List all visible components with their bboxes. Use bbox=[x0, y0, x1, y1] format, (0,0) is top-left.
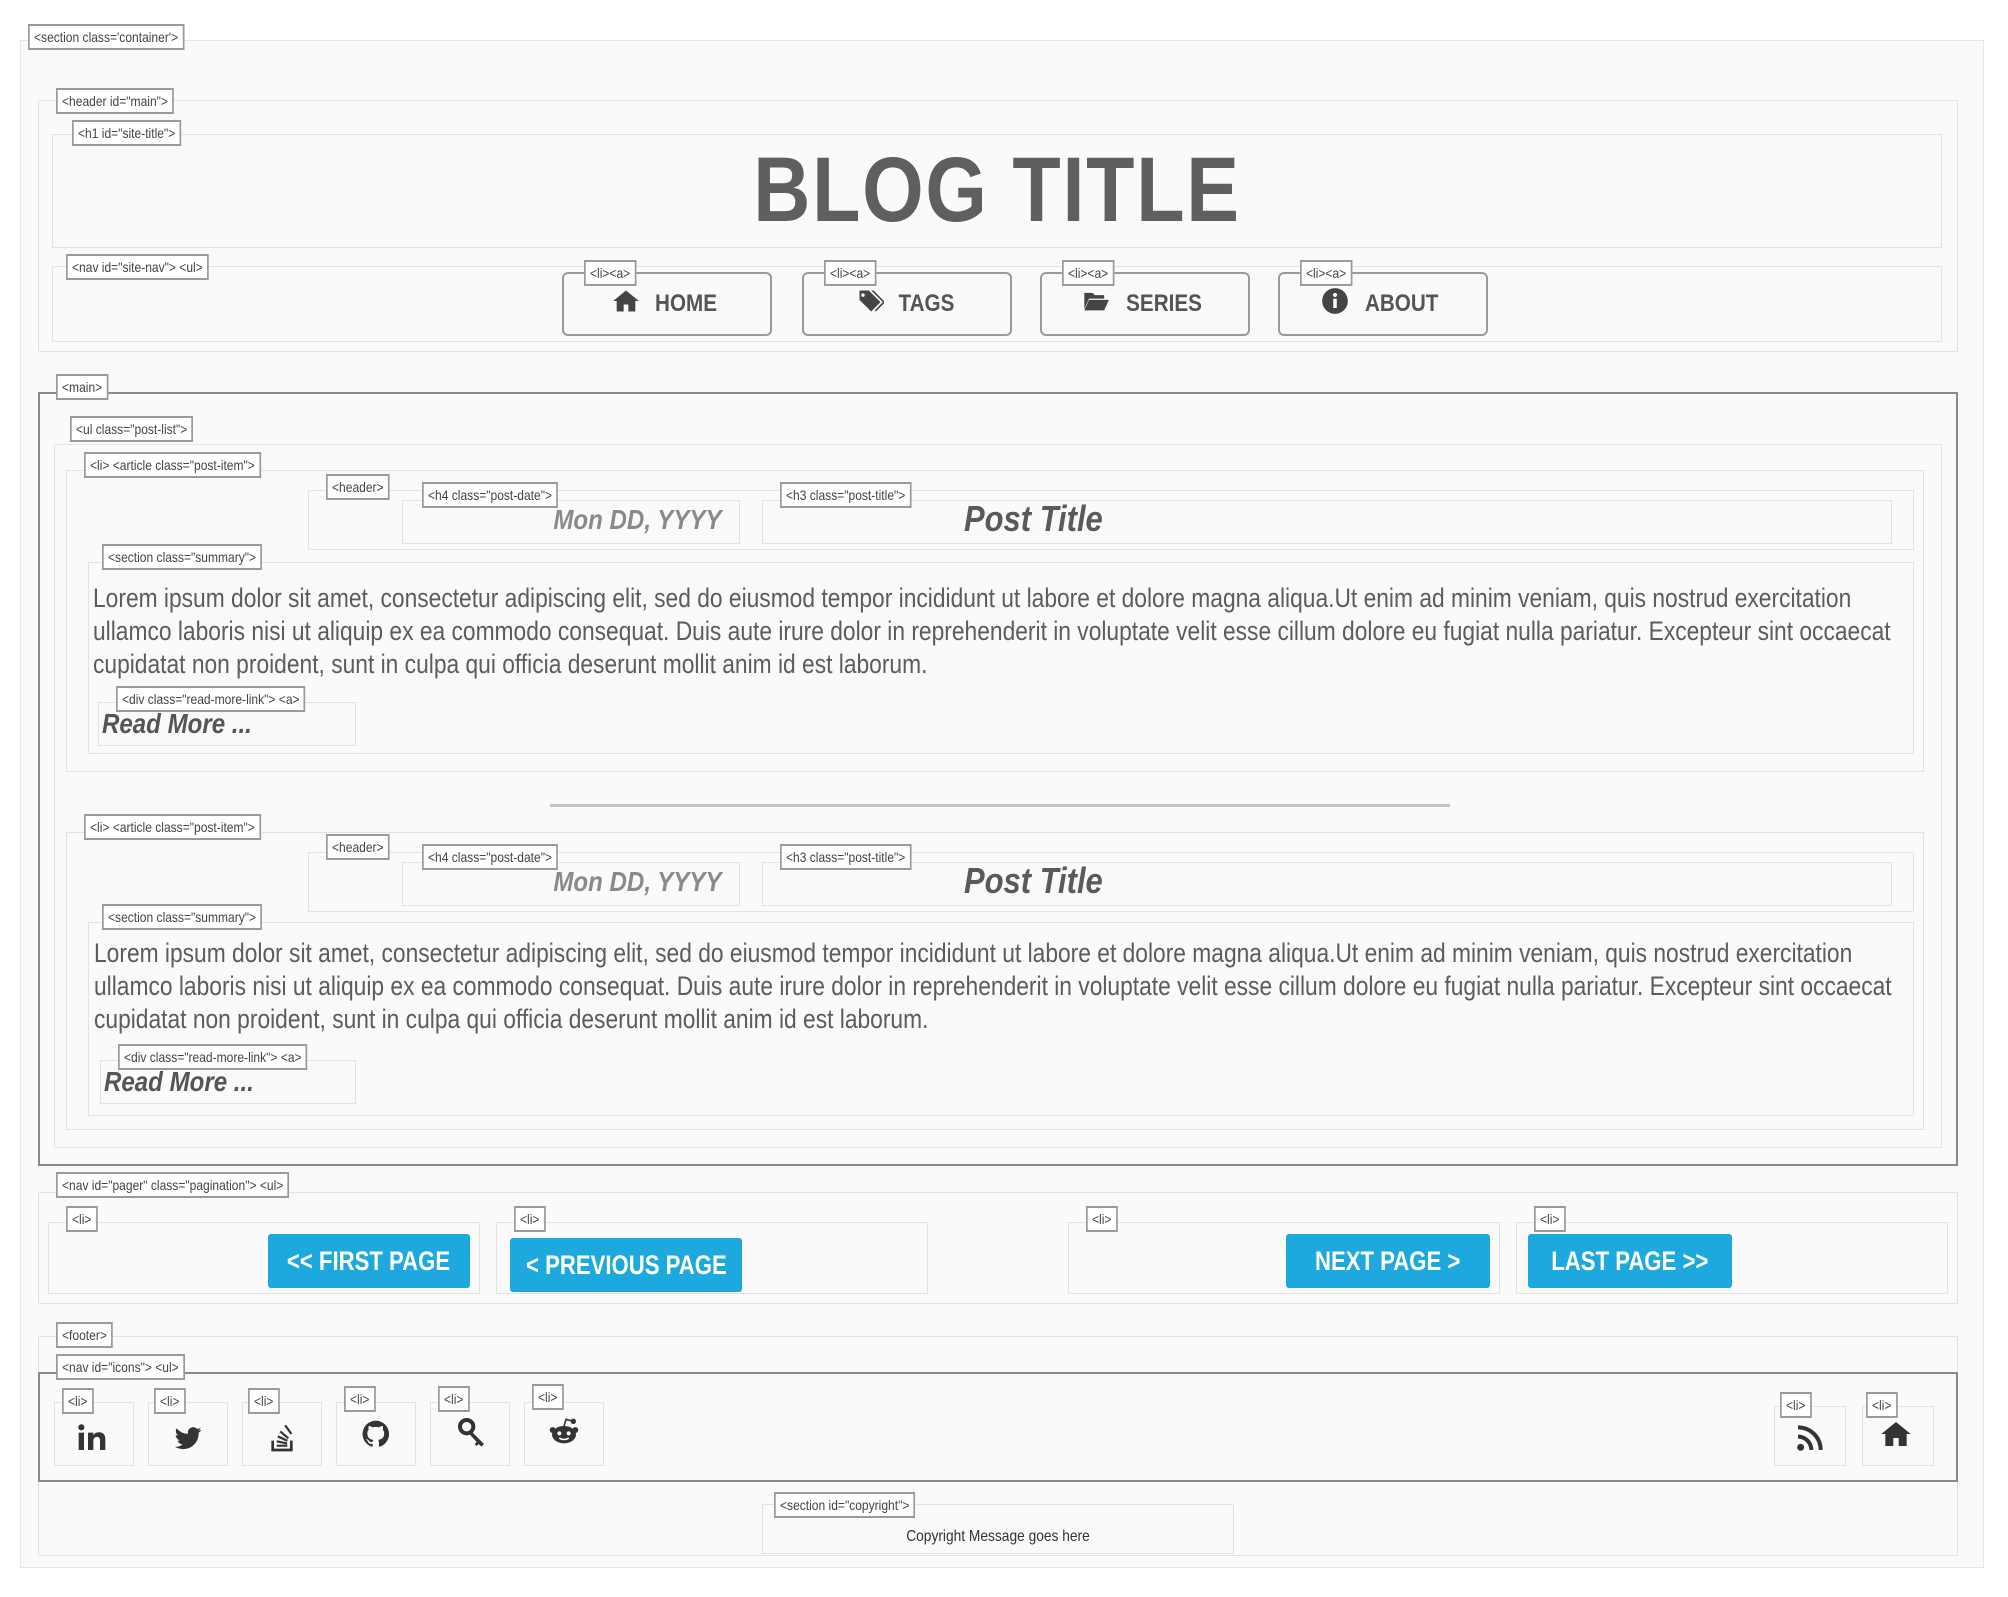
stackoverflow-icon[interactable] bbox=[262, 1418, 302, 1458]
post-item-tag: <li> <article class="post-item"> bbox=[84, 452, 261, 478]
nav-series-label: SERIES bbox=[1126, 290, 1202, 317]
li-tag: <li> bbox=[248, 1388, 280, 1414]
info-icon bbox=[1321, 287, 1349, 322]
li-tag: <li> bbox=[1780, 1392, 1812, 1418]
post-title-box bbox=[762, 500, 1892, 544]
post-date-tag: <h4 class="post-date"> bbox=[422, 482, 559, 508]
read-more-link[interactable]: Read More ... bbox=[104, 1066, 254, 1098]
post-title-tag: <h3 class="post-title"> bbox=[780, 482, 912, 508]
post-list-tag: <ul class="post-list"> bbox=[70, 416, 194, 442]
github-icon[interactable] bbox=[356, 1414, 396, 1454]
copyright-text: Copyright Message goes here bbox=[906, 1528, 1090, 1545]
summary-text: Lorem ipsum dolor sit amet, consectetur … bbox=[94, 938, 1892, 1034]
folder-open-icon bbox=[1082, 287, 1110, 322]
site-title: BLOG TITLE bbox=[753, 139, 1241, 241]
nav-li-tag: <li><a> bbox=[584, 260, 637, 286]
li-tag: <li> bbox=[1086, 1206, 1118, 1232]
reddit-icon[interactable] bbox=[544, 1412, 584, 1452]
key-icon[interactable] bbox=[452, 1412, 492, 1452]
site-nav-tag: <nav id="site-nav"> <ul> bbox=[66, 254, 209, 280]
twitter-icon[interactable] bbox=[168, 1418, 208, 1458]
li-tag: <li> bbox=[438, 1386, 470, 1412]
post-date: Mon DD, YYYY bbox=[553, 866, 722, 897]
li-tag: <li> bbox=[514, 1206, 546, 1232]
nav-li-tag: <li><a> bbox=[824, 260, 877, 286]
header-tag: <header> bbox=[326, 474, 390, 500]
home-icon bbox=[612, 287, 640, 322]
header-tag: <header id="main"> bbox=[56, 88, 174, 114]
linkedin-icon[interactable] bbox=[72, 1418, 112, 1458]
li-tag: <li> bbox=[154, 1388, 186, 1414]
h1-tag: <h1 id="site-title"> bbox=[72, 120, 182, 146]
nav-tags-label: TAGS bbox=[898, 290, 954, 317]
post-title[interactable]: Post Title bbox=[964, 498, 1103, 540]
nav-li-tag: <li><a> bbox=[1062, 260, 1115, 286]
post-divider bbox=[550, 804, 1450, 807]
post-item-tag: <li> <article class="post-item"> bbox=[84, 814, 261, 840]
icons-nav-tag: <nav id="icons"> <ul> bbox=[56, 1354, 185, 1380]
summary-text: Lorem ipsum dolor sit amet, consectetur … bbox=[93, 583, 1891, 679]
nav-home-label: HOME bbox=[655, 290, 717, 317]
li-tag: <li> bbox=[62, 1388, 94, 1414]
first-page-button[interactable]: << FIRST PAGE bbox=[268, 1234, 470, 1288]
post-title-box bbox=[762, 862, 1892, 906]
main-tag: <main> bbox=[56, 374, 109, 400]
li-tag: <li> bbox=[344, 1386, 376, 1412]
li-tag: <li> bbox=[66, 1206, 98, 1232]
header-tag: <header> bbox=[326, 834, 390, 860]
next-page-button[interactable]: NEXT PAGE > bbox=[1286, 1234, 1490, 1288]
summary-tag: <section class="summary"> bbox=[102, 904, 263, 930]
post-title-tag: <h3 class="post-title"> bbox=[780, 844, 912, 870]
copyright-tag: <section id="copyright"> bbox=[774, 1492, 916, 1518]
post-date-tag: <h4 class="post-date"> bbox=[422, 844, 559, 870]
post-date: Mon DD, YYYY bbox=[553, 504, 722, 535]
rss-icon[interactable] bbox=[1790, 1418, 1830, 1458]
li-tag: <li> bbox=[1534, 1206, 1566, 1232]
home-icon[interactable] bbox=[1876, 1414, 1916, 1454]
post-title[interactable]: Post Title bbox=[964, 860, 1103, 902]
nav-li-tag: <li><a> bbox=[1300, 260, 1353, 286]
nav-about-label: ABOUT bbox=[1365, 290, 1439, 317]
container-tag: <section class='container'> bbox=[28, 24, 185, 50]
tags-icon bbox=[856, 287, 885, 322]
footer-tag: <footer> bbox=[56, 1322, 113, 1348]
last-page-button[interactable]: LAST PAGE >> bbox=[1528, 1234, 1732, 1288]
read-more-link[interactable]: Read More ... bbox=[102, 708, 252, 740]
icons-nav bbox=[38, 1372, 1958, 1482]
summary-tag: <section class="summary"> bbox=[102, 544, 263, 570]
li-tag: <li> bbox=[532, 1384, 564, 1410]
pager-tag: <nav id="pager" class="pagination"> <ul> bbox=[56, 1172, 290, 1198]
previous-page-button[interactable]: < PREVIOUS PAGE bbox=[510, 1238, 742, 1292]
